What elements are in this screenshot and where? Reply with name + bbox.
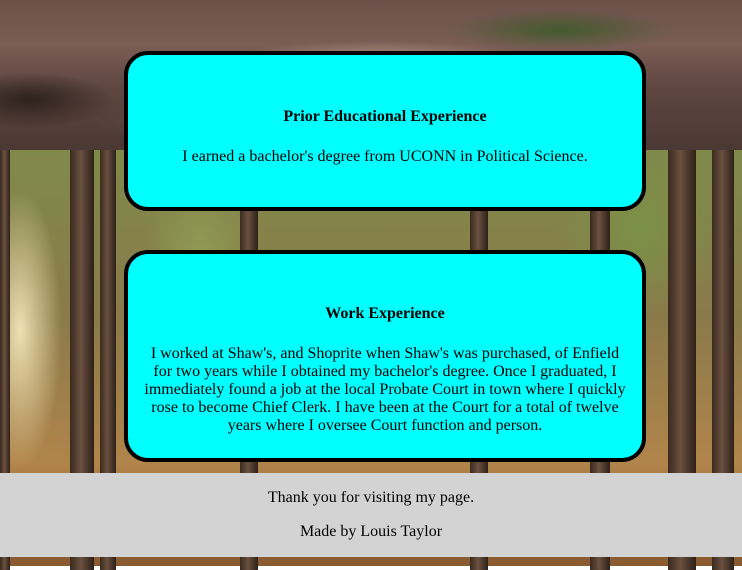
work-text: I worked at Shaw's, and Shoprite when Sh…: [144, 345, 626, 434]
education-card: Prior Educational Experience I earned a …: [124, 51, 646, 211]
education-text: I earned a bachelor's degree from UCONN …: [182, 148, 588, 165]
education-heading: Prior Educational Experience: [283, 108, 487, 125]
page-footer: Thank you for visiting my page. Made by …: [0, 473, 742, 557]
footer-thanks: Thank you for visiting my page.: [267, 489, 475, 506]
work-heading: Work Experience: [325, 305, 445, 322]
footer-author: Made by Louis Taylor: [299, 523, 443, 540]
work-card: Work Experience I worked at Shaw's, and …: [124, 250, 646, 462]
